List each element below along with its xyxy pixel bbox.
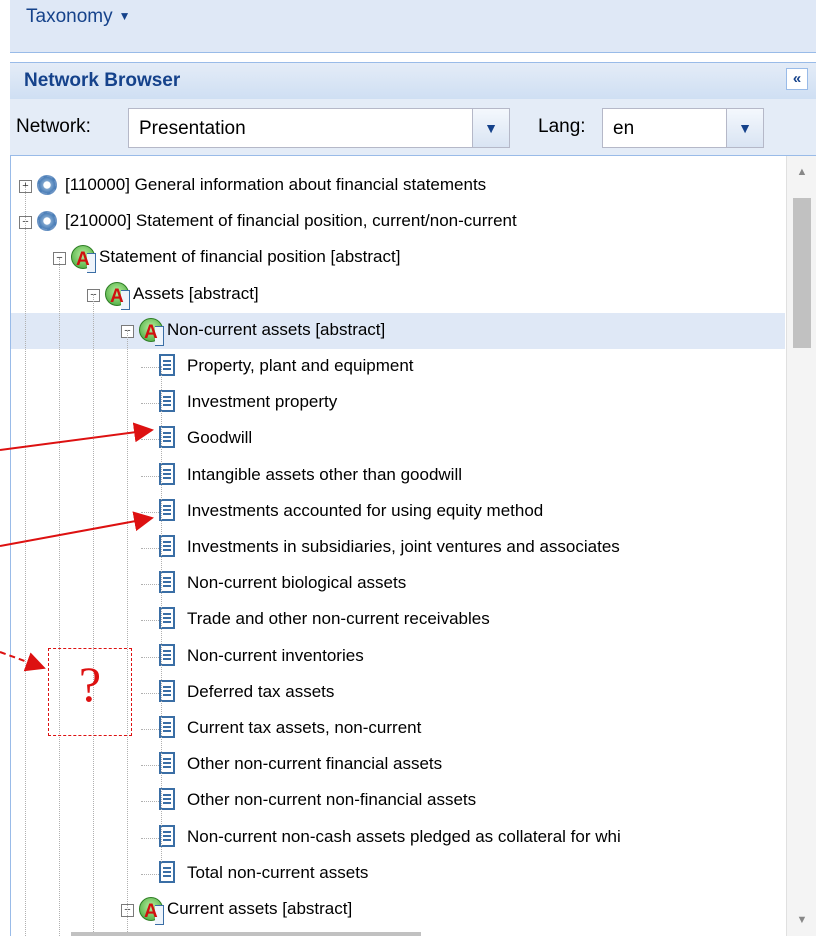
tree-guide-line [93, 294, 94, 936]
tree-node-label: Other non-current financial assets [187, 754, 443, 774]
network-browser-panel: Taxonomy ▼ Network Browser « Network: Pre… [10, 0, 816, 936]
abstract-concept-icon: A [139, 317, 164, 346]
collapse-panel-button[interactable]: « [786, 68, 808, 90]
network-tree: + [110000] General information about fina… [10, 156, 816, 936]
lang-select[interactable]: en ▼ [602, 108, 764, 148]
gear-icon [37, 211, 57, 232]
tree-node-label: Non-current inventories [187, 645, 364, 665]
tree-node-label: Investment property [187, 392, 338, 412]
tree-connector [141, 475, 159, 477]
tree-node-label: Current tax assets, non-current [187, 718, 422, 737]
network-select-value: Presentation [139, 118, 246, 139]
network-select[interactable]: Presentation ▼ [128, 108, 510, 148]
tree-node-label: Non-current non-cash assets pledged as c… [187, 826, 621, 846]
tree-node-label: Non-current biological assets [187, 573, 407, 593]
tree-guide-line [127, 330, 128, 936]
scroll-up-arrow-icon[interactable]: ▲ [787, 166, 816, 178]
tree-node-label: [110000] General information about finan… [65, 175, 487, 194]
tree-node-label: Trade and other non-current receivables [187, 609, 490, 629]
tree-node-label: [210000] Statement of financial position… [65, 211, 517, 231]
lang-select-value: en [613, 118, 635, 139]
tree-node-label: Investments accounted for using equity m… [187, 500, 544, 520]
tree-node-label: Intangible assets other than goodwill [187, 464, 463, 484]
tree-guide-line [161, 366, 162, 864]
question-mark: ? [78, 656, 102, 712]
gear-icon [37, 175, 57, 195]
tree-connector [141, 403, 159, 405]
tree-connector [141, 511, 159, 513]
tree-guide-line [59, 258, 60, 936]
tree-connector [141, 765, 159, 767]
tree-connector [141, 620, 159, 622]
scroll-down-arrow-icon[interactable]: ▼ [787, 914, 816, 926]
panel-header: Network Browser « [10, 62, 816, 100]
taxonomy-menu-label: Taxonomy [26, 6, 113, 27]
tree-guide-line [25, 186, 26, 936]
tree-node-label: Property, plant and equipment [187, 356, 414, 375]
tree-node-label: Total non-current assets [187, 862, 369, 882]
page-margin [0, 0, 10, 936]
tree-node[interactable]: − A Statement of financial position [abstr… [11, 240, 785, 276]
tree-node-label: Other non-current non-financial assets [187, 790, 477, 810]
tree-node[interactable]: − A Assets [abstract] [11, 277, 785, 313]
vertical-scrollbar[interactable]: ▲ ▼ [786, 156, 816, 936]
top-menu-bar: Taxonomy ▼ [10, 0, 816, 53]
tree-node-label: Investments in subsidiaries, joint ventu… [187, 537, 620, 556]
tree-connector [141, 367, 159, 368]
network-label: Network: [16, 116, 91, 137]
tree-node-label: Deferred tax assets [187, 681, 335, 701]
lang-dropdown-icon[interactable]: ▼ [726, 109, 763, 147]
tree-node[interactable]: + [110000] General information about fina… [11, 168, 785, 204]
tree-connector [141, 548, 159, 549]
tree-connector [141, 873, 159, 875]
panel-title: Network Browser [24, 70, 181, 91]
abstract-concept-icon: A [139, 897, 164, 925]
tree-connector [141, 837, 159, 839]
tree-node-label: Non-current assets [abstract] [167, 319, 386, 339]
tree-connector [141, 584, 159, 586]
taxonomy-menu[interactable]: Taxonomy ▼ [26, 6, 131, 28]
tree-node-label: Assets [abstract] [133, 283, 259, 303]
tree-connector [141, 656, 159, 658]
tree-connector [141, 729, 159, 730]
network-toolbar: Network: Presentation ▼ Lang: en ▼ [10, 99, 816, 156]
tree-node-label: Statement of financial position [abstrac… [99, 247, 401, 267]
tree-node-label: Current assets [abstract] [167, 899, 353, 918]
dropdown-arrow-icon: ▼ [118, 9, 131, 23]
tree-node-label: Goodwill [187, 428, 253, 448]
tree-connector [141, 692, 159, 694]
horizontal-scrollbar-thumb[interactable] [71, 932, 421, 936]
tree-connector [141, 801, 159, 803]
tree-connector [141, 439, 159, 441]
document-icon [159, 860, 175, 883]
abstract-concept-icon: A [71, 245, 96, 274]
lang-label: Lang: [538, 116, 586, 137]
abstract-concept-icon: A [105, 281, 130, 310]
network-dropdown-icon[interactable]: ▼ [472, 109, 509, 147]
scrollbar-thumb[interactable] [793, 198, 811, 348]
tree-node[interactable]: − [210000] Statement of financial positio… [11, 204, 785, 240]
question-annotation-box: ? [48, 648, 132, 736]
